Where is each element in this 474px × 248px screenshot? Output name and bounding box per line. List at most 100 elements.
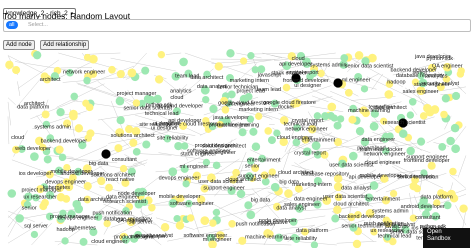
graph-node[interactable] [226, 49, 235, 58]
graph-node[interactable] [251, 142, 261, 151]
graph-node[interactable] [408, 97, 417, 106]
graph-node[interactable] [43, 155, 52, 164]
graph-node[interactable] [282, 83, 291, 92]
graph-node[interactable] [62, 195, 71, 203]
graph-node[interactable] [105, 183, 113, 192]
graph-node[interactable] [79, 237, 88, 246]
graph-node[interactable] [173, 214, 181, 223]
graph-node[interactable] [116, 69, 125, 79]
graph-node[interactable] [267, 136, 276, 145]
graph-node[interactable] [127, 68, 137, 78]
graph-node[interactable] [142, 140, 151, 149]
label-filter[interactable]: all [3, 19, 471, 32]
graph-node[interactable] [209, 104, 218, 114]
graph-node[interactable] [108, 65, 116, 74]
graph-node[interactable] [148, 204, 156, 212]
graph-node[interactable] [340, 54, 349, 62]
graph-node[interactable] [82, 99, 90, 107]
filter-chip-all[interactable]: all [6, 21, 18, 29]
graph-node[interactable] [30, 230, 39, 239]
graph-node[interactable] [333, 121, 342, 130]
graph-node[interactable] [369, 181, 379, 190]
graph-node[interactable] [154, 75, 164, 84]
graph-node[interactable] [438, 143, 447, 151]
graph-node[interactable] [125, 125, 134, 134]
graph-node[interactable] [449, 167, 457, 176]
graph-node[interactable] [83, 76, 91, 85]
graph-node[interactable] [55, 145, 64, 154]
graph-node[interactable] [247, 52, 255, 60]
graph-node[interactable] [5, 60, 14, 70]
graph-node[interactable] [141, 66, 150, 75]
graph-node[interactable] [430, 105, 440, 114]
graph-node[interactable] [74, 204, 84, 214]
graph-node[interactable] [32, 50, 42, 60]
graph-node[interactable] [344, 88, 353, 97]
graph-node[interactable] [310, 241, 319, 248]
graph-node[interactable] [212, 208, 221, 217]
graph-node[interactable] [39, 202, 48, 211]
graph-node[interactable] [239, 57, 248, 65]
graph-node[interactable] [384, 90, 394, 99]
graph-node[interactable] [399, 129, 408, 138]
graph-node[interactable] [58, 153, 67, 162]
graph-node[interactable] [86, 129, 95, 138]
graph-node[interactable] [348, 151, 358, 161]
graph-node[interactable] [264, 127, 273, 135]
graph-node[interactable] [30, 152, 39, 161]
graph-node[interactable] [41, 110, 50, 119]
graph-node[interactable] [417, 137, 426, 146]
graph-node[interactable] [129, 138, 138, 147]
graph-node[interactable] [174, 141, 183, 151]
graph-node[interactable] [450, 123, 460, 133]
graph-node[interactable] [451, 144, 460, 154]
filter-search-input[interactable] [28, 21, 148, 29]
graph-node[interactable] [255, 112, 263, 120]
graph-node[interactable] [441, 94, 450, 103]
graph-node[interactable] [116, 116, 125, 125]
graph-node[interactable] [459, 204, 468, 213]
graph-node[interactable] [7, 189, 17, 198]
graph-node[interactable] [157, 50, 166, 59]
graph-node[interactable] [209, 219, 217, 227]
graph-node[interactable] [202, 95, 210, 104]
graph-node[interactable] [456, 70, 465, 78]
graph-canvas[interactable]: marketing intern frontend developer softwa… [0, 45, 474, 248]
graph-node[interactable] [12, 66, 21, 75]
graph-node[interactable] [115, 96, 125, 106]
graph-node[interactable] [227, 90, 236, 99]
graph-node[interactable] [186, 214, 195, 222]
graph-node[interactable] [334, 138, 343, 147]
graph-node[interactable] [336, 115, 345, 123]
graph-node-selected[interactable] [101, 149, 111, 159]
graph-node[interactable] [348, 115, 357, 124]
graph-node[interactable] [89, 54, 98, 64]
graph-node[interactable] [74, 124, 84, 133]
graph-node[interactable] [179, 57, 188, 67]
graph-node[interactable] [212, 161, 221, 170]
graph-node[interactable] [327, 112, 335, 120]
graph-node[interactable] [406, 111, 415, 119]
graph-node[interactable] [238, 128, 247, 137]
graph-node[interactable] [246, 210, 256, 220]
graph-node[interactable] [440, 110, 448, 119]
graph-node[interactable] [214, 62, 223, 71]
graph-node[interactable] [114, 144, 123, 153]
graph-node[interactable] [446, 136, 455, 146]
graph-node[interactable] [270, 182, 280, 192]
graph-node[interactable] [70, 92, 79, 101]
graph-node[interactable] [175, 221, 185, 230]
graph-node[interactable] [360, 85, 369, 93]
graph-node[interactable] [284, 189, 293, 198]
graph-node[interactable] [443, 201, 452, 210]
graph-node[interactable] [132, 147, 141, 156]
graph-node[interactable] [61, 237, 69, 245]
graph-node[interactable] [355, 126, 365, 136]
graph-node[interactable] [451, 91, 461, 101]
open-sandbox-button[interactable]: Open Sandbox [423, 228, 470, 248]
graph-node[interactable] [249, 127, 258, 136]
graph-node[interactable] [119, 164, 128, 173]
graph-node[interactable] [354, 51, 364, 60]
graph-node[interactable] [419, 112, 428, 120]
graph-node[interactable] [327, 102, 337, 112]
